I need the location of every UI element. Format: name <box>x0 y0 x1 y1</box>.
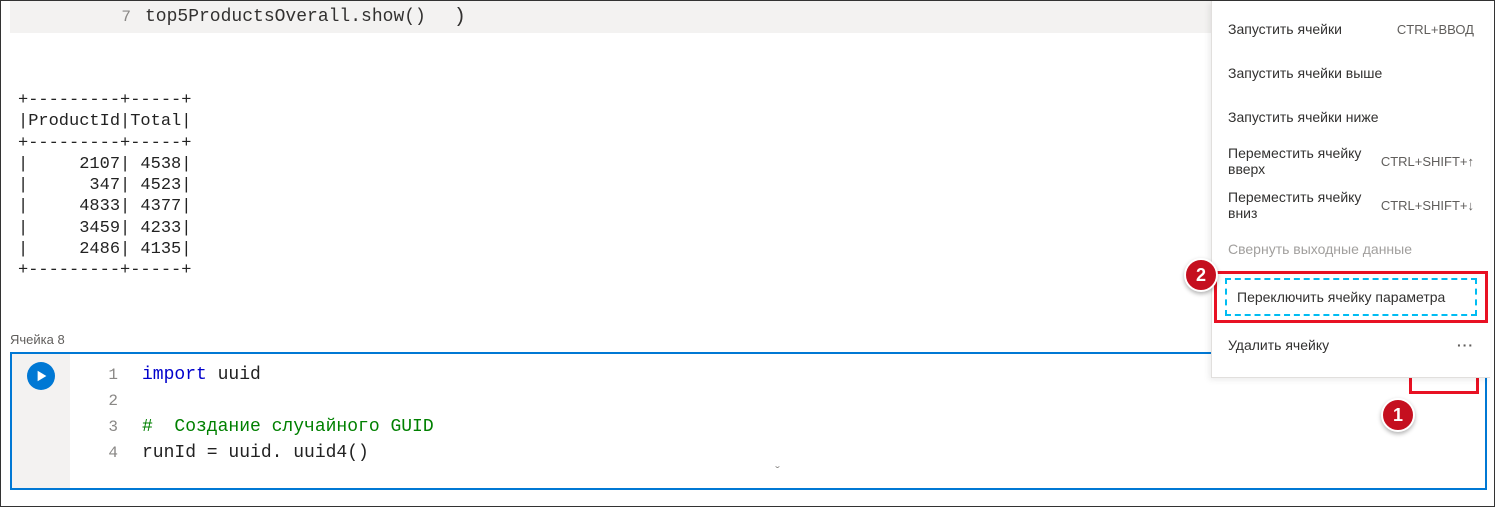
code-line: 3# Создание случайного GUID <box>70 414 1485 440</box>
code-text: runId = uuid. uuid4() <box>142 440 369 466</box>
cell-gutter <box>12 354 70 488</box>
menu-item-shortcut: CTRL+SHIFT+↑ <box>1381 154 1474 169</box>
menu-item: Свернуть выходные данные <box>1212 227 1490 271</box>
ellipsis-icon: ··· <box>1457 337 1474 353</box>
menu-item-label: Переключить ячейку параметра <box>1237 289 1445 305</box>
menu-item[interactable]: Переместить ячейку вниз CTRL+SHIFT+↓ <box>1212 183 1490 227</box>
menu-item[interactable]: Переместить ячейку вверх CTRL+SHIFT+↑ <box>1212 139 1490 183</box>
code-paren: ) <box>454 6 466 29</box>
code-text: import uuid <box>142 362 261 388</box>
context-menu: Запустить ячейкиCTRL+ВВОДЗапустить ячейк… <box>1211 1 1490 378</box>
menu-item-label: Запустить ячейки ниже <box>1228 109 1379 125</box>
menu-item-label: Запустить ячейки <box>1228 21 1342 37</box>
cell-label: Ячейка 8 <box>10 332 65 347</box>
menu-item[interactable]: Запустить ячейки CTRL+ВВОД <box>1212 7 1490 51</box>
menu-item[interactable]: Запустить ячейки ниже <box>1212 95 1490 139</box>
line-number: 4 <box>70 440 142 466</box>
cell-output: +---------+-----+ |ProductId|Total| +---… <box>18 90 191 281</box>
menu-item-highlight: Переключить ячейку параметра <box>1214 271 1488 323</box>
menu-item-label: Переместить ячейку вниз <box>1228 189 1373 221</box>
chevron-down-icon[interactable]: ˇ <box>773 460 781 486</box>
line-number: 2 <box>70 388 142 414</box>
menu-item-label: Запустить ячейки выше <box>1228 65 1382 81</box>
run-button[interactable] <box>27 362 55 390</box>
menu-item[interactable]: Удалить ячейку ··· <box>1212 323 1490 367</box>
callout-badge-2: 2 <box>1184 258 1218 292</box>
line-number: 3 <box>70 414 142 440</box>
code-text: top5ProductsOverall.show() <box>145 7 426 27</box>
code-text: # Создание случайного GUID <box>142 414 434 440</box>
menu-item-label: Переместить ячейку вверх <box>1228 145 1373 177</box>
line-number: 7 <box>10 8 145 26</box>
menu-item[interactable]: Переключить ячейку параметра <box>1225 278 1477 316</box>
code-line: 2 <box>70 388 1485 414</box>
play-icon <box>35 369 49 383</box>
menu-item-shortcut: CTRL+SHIFT+↓ <box>1381 198 1474 213</box>
menu-item-label: Удалить ячейку <box>1228 337 1329 353</box>
menu-item-shortcut: CTRL+ВВОД <box>1397 22 1474 37</box>
menu-item-label: Свернуть выходные данные <box>1228 241 1412 257</box>
callout-badge-1: 1 <box>1381 398 1415 432</box>
line-number: 1 <box>70 362 142 388</box>
menu-item[interactable]: Запустить ячейки выше <box>1212 51 1490 95</box>
